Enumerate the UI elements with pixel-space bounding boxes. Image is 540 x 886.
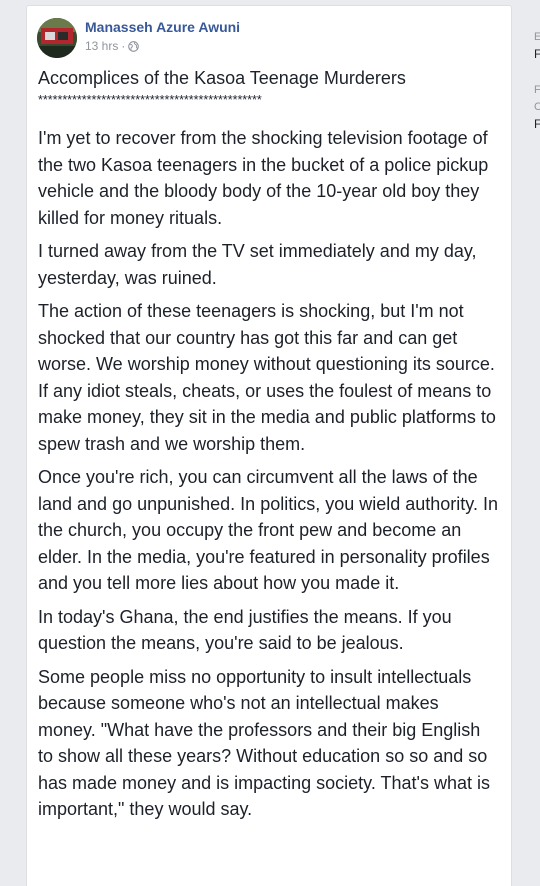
post-card: Manasseh Azure Awuni 13 hrs · Accomplice… — [26, 5, 512, 886]
post-timestamp[interactable]: 13 hrs — [85, 39, 118, 53]
post-paragraph-4: Once you're rich, you can circumvent all… — [38, 467, 498, 593]
globe-icon[interactable] — [128, 40, 140, 52]
post-paragraph-5: In today's Ghana, the end justifies the … — [38, 606, 452, 654]
rail-text-2: F — [534, 84, 540, 96]
post-meta: 13 hrs · — [85, 39, 140, 53]
post-body: I'm yet to recover from the shocking tel… — [38, 125, 500, 830]
post-title: Accomplices of the Kasoa Teenage Murdere… — [38, 68, 406, 88]
meta-separator: · — [121, 39, 126, 53]
rail-link-1[interactable]: F — [534, 47, 540, 61]
author-avatar[interactable] — [37, 18, 77, 58]
post-paragraph-2: I turned away from the TV set immediatel… — [38, 241, 477, 288]
rail-text-1: E — [534, 31, 540, 43]
rail-text-3: C — [534, 101, 540, 113]
rail-link-2[interactable]: F — [534, 117, 540, 131]
post-divider: ****************************************… — [38, 93, 262, 107]
author-name-link[interactable]: Manasseh Azure Awuni — [85, 19, 240, 35]
post-paragraph-3: The action of these teenagers is shockin… — [38, 301, 496, 454]
post-paragraph-6: Some people miss no opportunity to insul… — [38, 666, 490, 820]
post-paragraph-1: I'm yet to recover from the shocking tel… — [38, 128, 489, 228]
right-rail: E F F C F — [533, 0, 540, 870]
